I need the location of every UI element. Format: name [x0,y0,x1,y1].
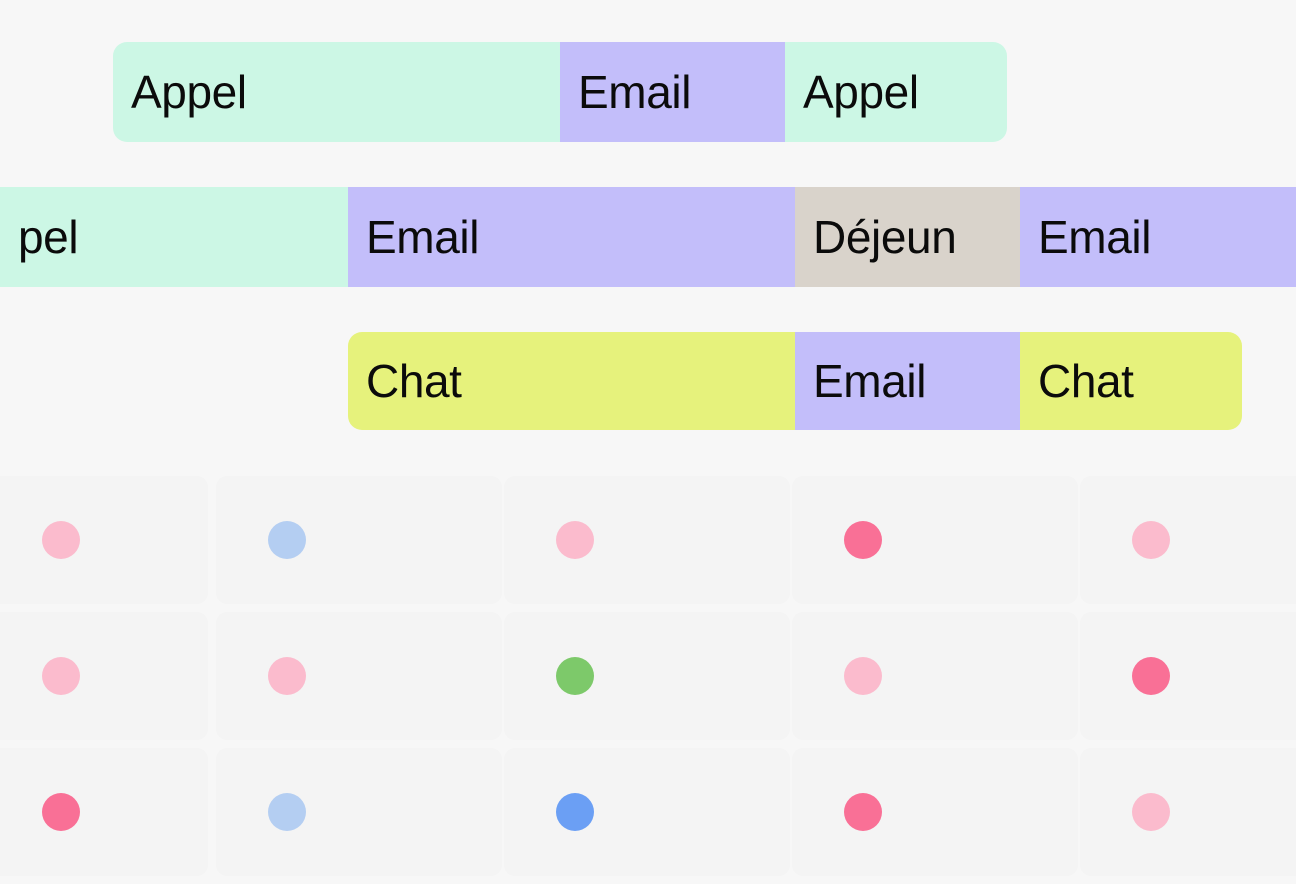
grid-cell[interactable] [0,612,208,740]
timeline-track: Chat Email Chat [0,332,1296,430]
event-segment-chat[interactable]: Chat [1020,332,1242,430]
event-label: pel [18,211,79,263]
dot-grid-row-3 [0,748,1296,876]
event-segment-chat[interactable]: Chat [348,332,795,430]
grid-cell[interactable] [1080,748,1296,876]
grid-cell[interactable] [0,476,208,604]
status-dot-blue-strong[interactable] [556,793,594,831]
grid-cell[interactable] [504,748,790,876]
dot-grid-row-1 [0,476,1296,604]
grid-cell[interactable] [1080,612,1296,740]
grid-cell[interactable] [504,476,790,604]
grid-cell[interactable] [504,612,790,740]
status-dot-pink-light[interactable] [1132,793,1170,831]
event-label: Appel [803,66,919,118]
grid-cell[interactable] [792,748,1078,876]
timeline-row-3: Chat Email Chat [0,332,1296,430]
event-label: Email [1038,211,1152,263]
status-dot-green[interactable] [556,657,594,695]
event-segment-appel[interactable]: Appel [113,42,560,142]
status-dot-pink-strong[interactable] [844,521,882,559]
timeline-track: pel Email Déjeun Email [0,187,1296,287]
dot-grid-row-2 [0,612,1296,740]
event-label: Email [578,66,692,118]
event-segment-dejeuner[interactable]: Déjeun [795,187,1020,287]
event-label: Email [813,355,927,407]
event-segment-email[interactable]: Email [1020,187,1296,287]
grid-cell[interactable] [216,748,502,876]
grid-cell[interactable] [0,748,208,876]
grid-cell[interactable] [216,612,502,740]
grid-cell[interactable] [1080,476,1296,604]
event-segment-appel[interactable]: Appel [785,42,1007,142]
grid-cell[interactable] [216,476,502,604]
timeline-board: Appel Email Appel pel Email Déjeun Email Chat Em… [0,0,1296,876]
status-dot-pink-light[interactable] [268,657,306,695]
grid-cell[interactable] [792,476,1078,604]
event-segment-email[interactable]: Email [795,332,1020,430]
event-label: Chat [366,355,462,407]
status-dot-pink-light[interactable] [556,521,594,559]
status-dot-pink-light[interactable] [844,657,882,695]
event-segment-email[interactable]: Email [348,187,795,287]
status-dot-pink-light[interactable] [42,521,80,559]
event-label: Appel [131,66,247,118]
status-dot-blue-light[interactable] [268,793,306,831]
event-segment-email[interactable]: Email [560,42,785,142]
status-dot-pink-light[interactable] [42,657,80,695]
timeline-row-1: Appel Email Appel [0,42,1296,142]
event-label: Chat [1038,355,1134,407]
event-label: Déjeun [813,211,957,263]
status-dot-pink-light[interactable] [1132,521,1170,559]
timeline-row-2: pel Email Déjeun Email [0,187,1296,287]
timeline-track: Appel Email Appel [0,42,1296,142]
status-dot-pink-strong[interactable] [844,793,882,831]
status-dot-blue-light[interactable] [268,521,306,559]
event-label: Email [366,211,480,263]
dot-grid [0,476,1296,884]
status-dot-pink-strong[interactable] [1132,657,1170,695]
grid-cell[interactable] [792,612,1078,740]
status-dot-pink-strong[interactable] [42,793,80,831]
event-segment-appel[interactable]: pel [0,187,348,287]
